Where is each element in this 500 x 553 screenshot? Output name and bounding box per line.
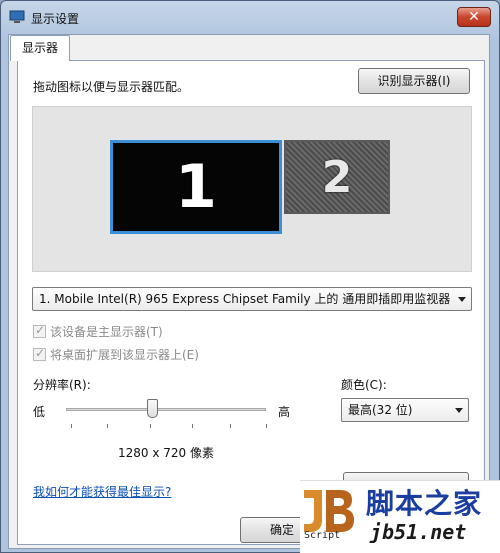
instruction-text: 拖动图标以便与显示器匹配。 <box>33 80 190 94</box>
extend-desktop-label: 将桌面扩展到该显示器上(E) <box>50 348 199 362</box>
colors-label: 颜色(C): <box>341 378 387 392</box>
display-select-value: 1. Mobile Intel(R) 965 Express Chipset F… <box>39 292 451 306</box>
checkbox-checked-icon <box>33 323 46 338</box>
resolution-slider-thumb[interactable] <box>146 399 158 418</box>
title-bar[interactable]: 显示设置 ✕ <box>1 1 499 33</box>
window-title: 显示设置 <box>31 12 80 26</box>
resolution-slider-track[interactable] <box>66 408 266 411</box>
close-icon: ✕ <box>468 9 480 25</box>
colors-select[interactable]: 最高(32 位) <box>341 398 469 422</box>
help-link[interactable]: 我如何才能获得最佳显示? <box>33 483 171 500</box>
monitor-1-number: 1 <box>175 152 217 222</box>
monitor-2[interactable]: 2 <box>284 140 390 214</box>
monitor-1[interactable]: 1 <box>110 140 282 234</box>
slider-tick <box>107 424 108 428</box>
display-select[interactable]: 1. Mobile Intel(R) 965 Express Chipset F… <box>32 287 472 311</box>
resolution-value: 1280 x 720 像素 <box>118 446 214 460</box>
slider-tick <box>266 424 267 428</box>
watermark-url-text: jb51.net <box>370 520 467 544</box>
checkbox-checked-icon <box>33 346 46 361</box>
slider-tick <box>230 424 231 428</box>
display-settings-icon <box>9 10 25 23</box>
chevron-down-icon <box>455 408 463 413</box>
resolution-label: 分辨率(R): <box>33 378 91 392</box>
close-button[interactable]: ✕ <box>457 7 491 27</box>
slider-tick <box>192 424 193 428</box>
slider-tick <box>150 424 151 428</box>
identify-monitors-button[interactable]: 识别显示器(I) <box>358 68 470 94</box>
tab-monitor[interactable]: 显示器 <box>10 35 70 61</box>
chevron-down-icon <box>458 297 466 302</box>
colors-select-value: 最高(32 位) <box>348 403 413 417</box>
watermark-brand-text: 脚本之家 <box>366 487 483 520</box>
watermark-script-text: Script <box>304 530 341 541</box>
resolution-high-label: 高 <box>278 405 291 419</box>
slider-tick <box>71 424 72 428</box>
extend-desktop-checkbox[interactable]: 将桌面扩展到该显示器上(E) <box>33 346 199 363</box>
resolution-low-label: 低 <box>33 405 46 419</box>
primary-monitor-label: 该设备是主显示器(T) <box>50 325 163 339</box>
primary-monitor-checkbox[interactable]: 该设备是主显示器(T) <box>33 323 163 340</box>
monitor-2-number: 2 <box>321 151 353 203</box>
